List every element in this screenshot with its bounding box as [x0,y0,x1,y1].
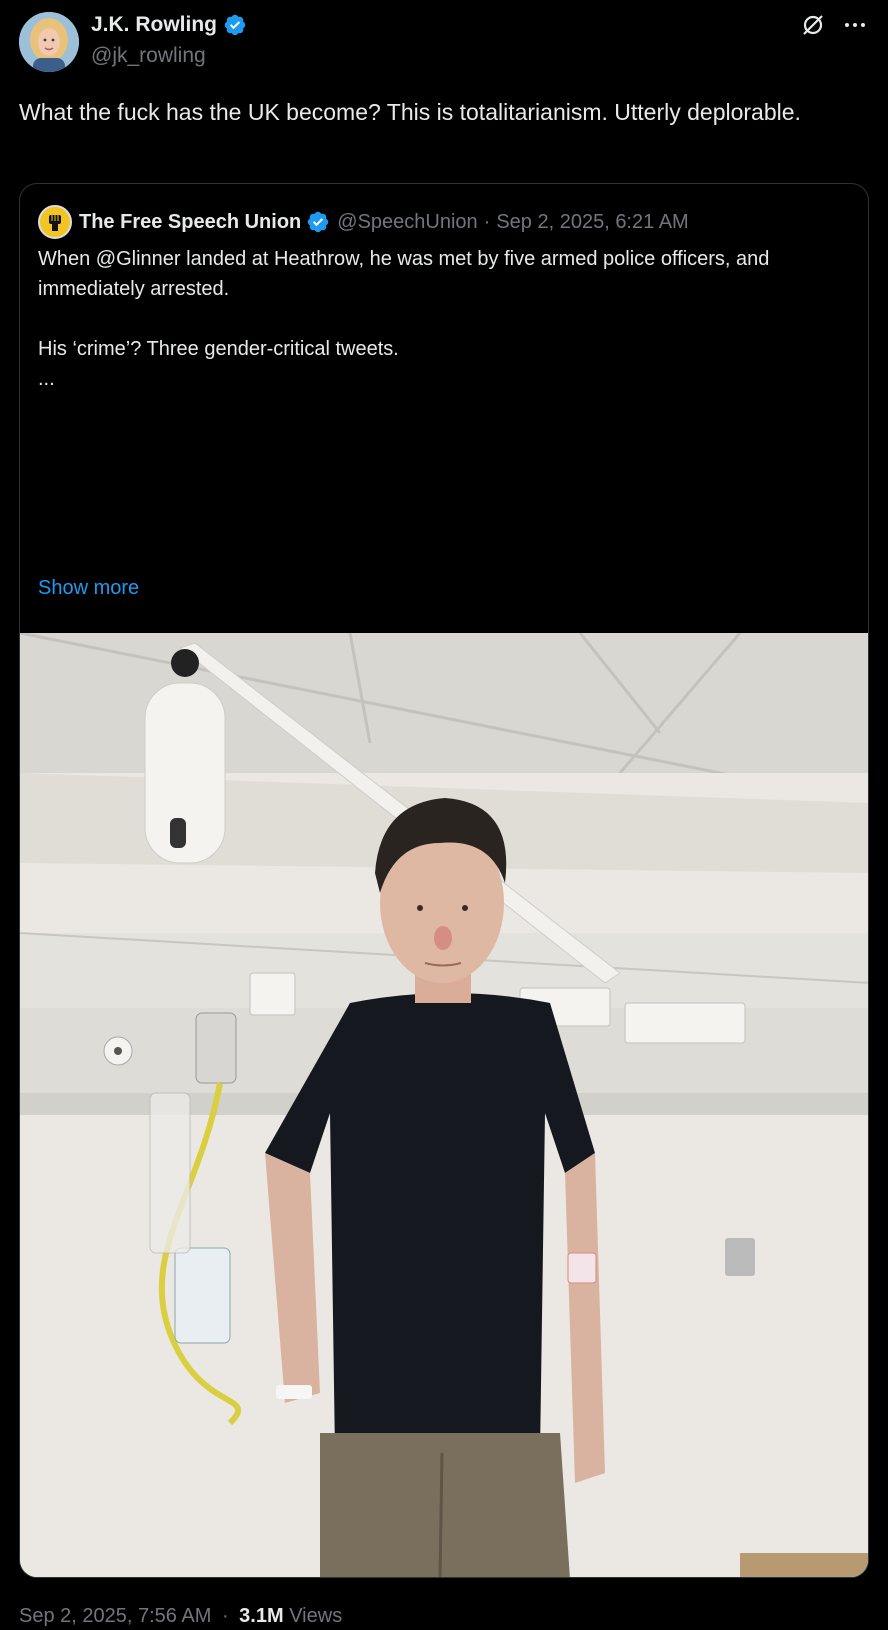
footer-separator: · [221,1605,229,1627]
more-icon[interactable] [842,12,868,38]
show-more-link[interactable]: Show more [38,577,139,600]
quoted-author-name[interactable]: The Free Speech Union [79,211,301,234]
verified-badge-icon [224,14,246,36]
quoted-author-avatar[interactable] [38,205,72,239]
photo-hospital-room [20,633,868,1577]
post-footer: Sep 2, 2025, 7:56 AM · 3.1M Views [19,1605,342,1628]
quoted-post-header: The Free Speech Union @SpeechUnion · Sep… [38,205,689,239]
verified-badge-icon [308,211,329,233]
post-timestamp[interactable]: Sep 2, 2025, 7:56 AM [19,1605,211,1627]
post: J.K. Rowling @jk_rowling What the fuck h… [0,0,888,1630]
author-handle[interactable]: @jk_rowling [91,44,206,68]
author-name-row[interactable]: J.K. Rowling [91,13,247,37]
quoted-post-text: When @Glinner landed at Heathrow, he was… [38,244,838,394]
views-label: Views [289,1605,343,1627]
quoted-post[interactable]: The Free Speech Union @SpeechUnion · Sep… [19,183,869,1578]
grok-icon[interactable] [800,12,826,38]
raised-fist-icon [49,215,61,231]
quoted-timestamp[interactable]: Sep 2, 2025, 6:21 AM [496,211,688,234]
quoted-media-photo[interactable] [20,633,868,1577]
quoted-author-handle[interactable]: @SpeechUnion [337,211,477,234]
views-count: 3.1M [239,1605,284,1627]
avatar-photo [19,12,79,72]
meta-separator: · [483,210,491,233]
post-actions-top [800,12,868,38]
quoted-paragraph-1: When @Glinner landed at Heathrow, he was… [38,248,770,300]
quoted-paragraph-2: His ‘crime’? Three gender-critical tweet… [38,338,399,360]
quoted-ellipsis: ... [38,368,55,390]
author-name[interactable]: J.K. Rowling [91,13,217,37]
post-text: What the fuck has the UK become? This is… [19,99,801,125]
author-avatar[interactable] [19,12,79,72]
